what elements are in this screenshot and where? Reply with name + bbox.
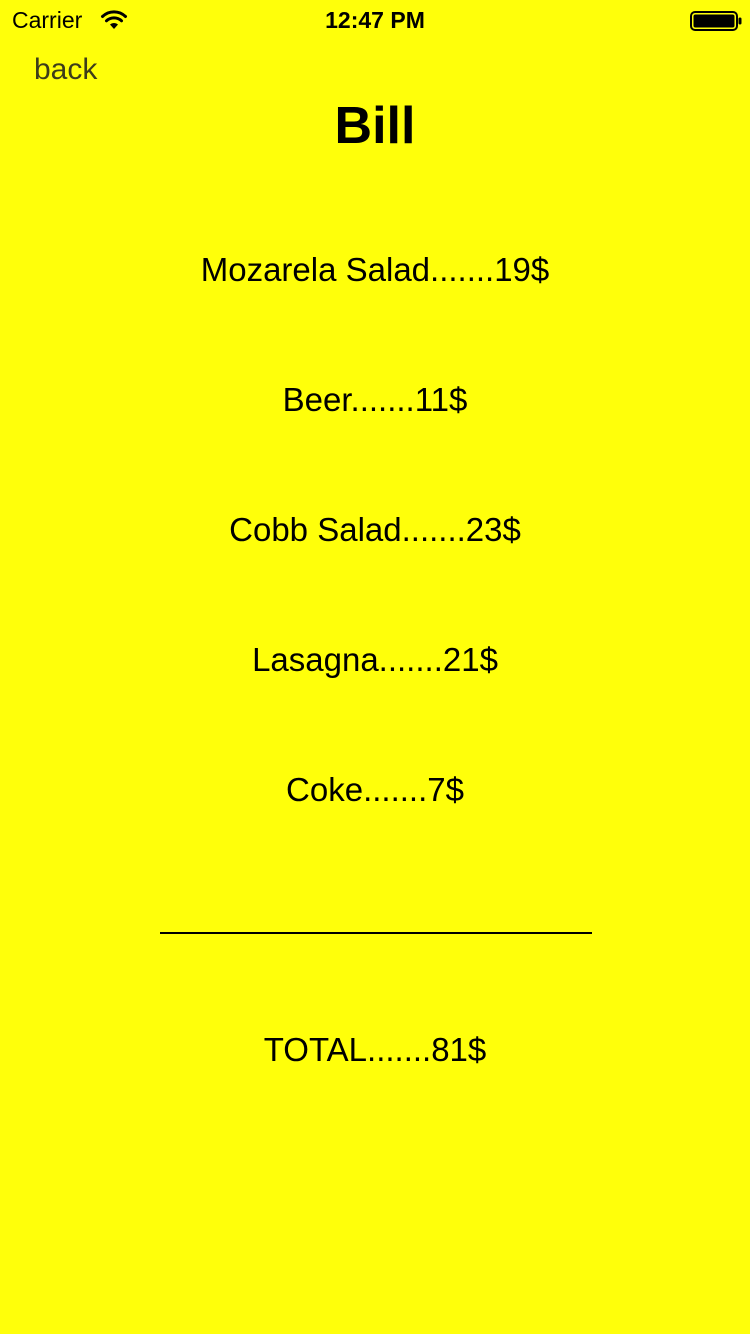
- clock: 12:47 PM: [325, 7, 425, 33]
- bill-total: TOTAL.......81$: [263, 1031, 487, 1068]
- bill-item-mozarela-salad: Mozarela Salad.......19$: [200, 251, 550, 288]
- total-divider: [160, 932, 592, 934]
- back-button[interactable]: back: [34, 52, 97, 88]
- bill-item-lasagna: Lasagna.......21$: [252, 641, 498, 678]
- battery-full-icon: [690, 11, 742, 31]
- status-bar: Carrier 12:47 PM: [0, 0, 750, 40]
- bill-item-beer: Beer.......11$: [282, 381, 468, 418]
- bill-item-cobb-salad: Cobb Salad.......23$: [229, 511, 521, 548]
- page-title: Bill: [334, 97, 416, 155]
- bill-item-coke: Coke.......7$: [286, 771, 464, 808]
